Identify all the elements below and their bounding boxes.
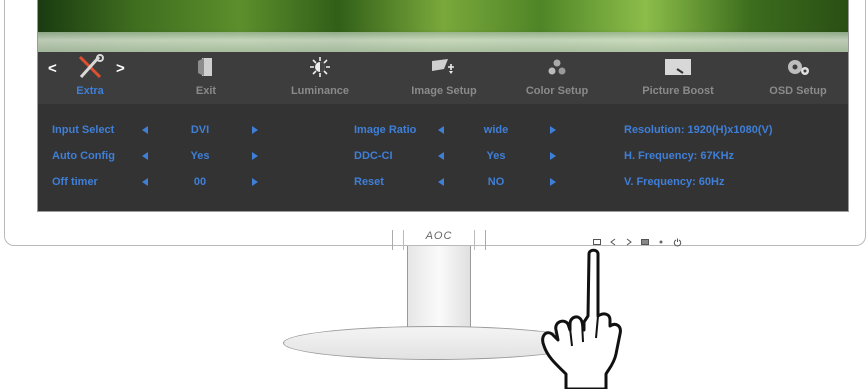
- menu-item-luminance[interactable]: Luminance: [280, 52, 360, 104]
- image-ratio-label: Image Ratio: [354, 124, 417, 136]
- off-timer-label: Off timer: [52, 176, 98, 188]
- ddc-ci-left-arrow[interactable]: [438, 152, 444, 160]
- input-select-label: Input Select: [52, 124, 115, 136]
- banner-image: [38, 0, 848, 52]
- input-select-value[interactable]: DVI: [170, 124, 230, 136]
- resolution-info: Resolution: 1920(H)x1080(V): [624, 124, 773, 136]
- auto-config-value[interactable]: Yes: [170, 150, 230, 162]
- image-setup-icon: [430, 52, 458, 82]
- menu-item-color-setup[interactable]: Color Setup: [514, 52, 600, 104]
- menu-label-luminance: Luminance: [290, 85, 350, 97]
- ddc-ci-right-arrow[interactable]: [550, 152, 556, 160]
- menu-item-exit[interactable]: Exit: [178, 52, 234, 104]
- reset-left-arrow[interactable]: [438, 178, 444, 186]
- h-frequency-info: H. Frequency: 67KHz: [624, 150, 735, 162]
- off-timer-left-arrow[interactable]: [142, 178, 148, 186]
- menu-item-picture-boost[interactable]: Picture Boost: [632, 52, 724, 104]
- input-select-right-arrow[interactable]: [252, 126, 258, 134]
- menu-label-extra: Extra: [76, 85, 104, 97]
- exit-door-icon: [196, 52, 216, 82]
- image-ratio-value[interactable]: wide: [466, 124, 526, 136]
- menu-label-image-setup: Image Setup: [411, 85, 477, 97]
- osd-menu-bar: < > Extra Exit Luminance Image Setup Col…: [38, 52, 848, 104]
- power-button[interactable]: [669, 236, 685, 248]
- osd-screen: < > Extra Exit Luminance Image Setup Col…: [37, 0, 849, 212]
- auto-button[interactable]: [637, 236, 653, 248]
- menu-item-extra[interactable]: Extra: [54, 52, 126, 104]
- image-ratio-left-arrow[interactable]: [438, 126, 444, 134]
- picture-boost-icon: [663, 52, 693, 82]
- auto-config-label: Auto Config: [52, 150, 115, 162]
- off-timer-right-arrow[interactable]: [252, 178, 258, 186]
- indicator-dot-icon: [653, 236, 669, 248]
- menu-label-exit: Exit: [195, 85, 217, 97]
- v-frequency-info: V. Frequency: 60Hz: [624, 176, 725, 188]
- auto-config-right-arrow[interactable]: [252, 152, 258, 160]
- monitor-stand-neck: [407, 246, 471, 332]
- monitor-frame: < > Extra Exit Luminance Image Setup Col…: [4, 0, 866, 246]
- brightness-icon: [309, 52, 331, 82]
- image-ratio-right-arrow[interactable]: [550, 126, 556, 134]
- auto-config-left-arrow[interactable]: [142, 152, 148, 160]
- input-select-left-arrow[interactable]: [142, 126, 148, 134]
- menu-item-image-setup[interactable]: Image Setup: [400, 52, 488, 104]
- right-button[interactable]: [621, 236, 637, 248]
- menu-item-osd-setup[interactable]: OSD Setup: [762, 52, 834, 104]
- reset-value[interactable]: NO: [466, 176, 526, 188]
- tools-icon: [75, 52, 105, 82]
- pointing-hand-icon: [541, 248, 622, 389]
- reset-right-arrow[interactable]: [550, 178, 556, 186]
- off-timer-value[interactable]: 00: [170, 176, 230, 188]
- ddc-ci-value[interactable]: Yes: [466, 150, 526, 162]
- settings-panel: Input Select DVI Auto Config Yes Off tim…: [38, 104, 848, 211]
- color-setup-icon: [547, 52, 567, 82]
- ddc-ci-label: DDC-CI: [354, 150, 393, 162]
- reset-label: Reset: [354, 176, 384, 188]
- menu-label-color-setup: Color Setup: [525, 85, 589, 97]
- osd-setup-icon: [785, 52, 811, 82]
- menu-label-picture-boost: Picture Boost: [642, 85, 714, 97]
- aoc-logo: AOC: [425, 230, 453, 242]
- menu-label-osd-setup: OSD Setup: [769, 85, 827, 97]
